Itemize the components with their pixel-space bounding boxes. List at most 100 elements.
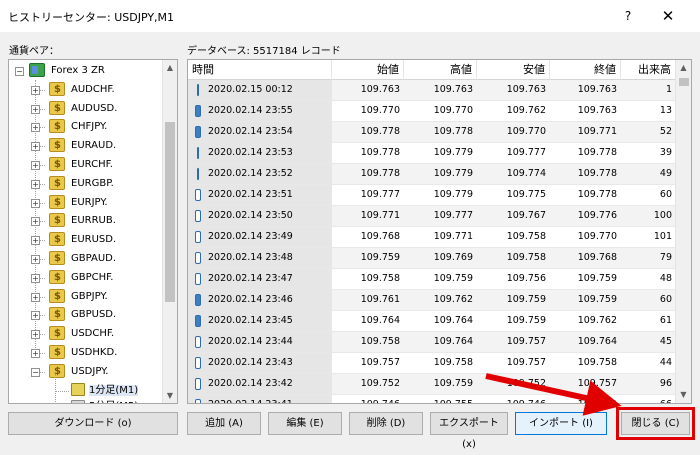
table-row[interactable]: 2020.02.14 23:48 109.759 109.769 109.758 109…: [188, 248, 676, 269]
table-row[interactable]: 2020.02.14 23:47 109.758 109.759 109.756 109…: [188, 269, 676, 290]
expand-symbol-icon[interactable]: +: [31, 85, 40, 95]
scroll-down-icon[interactable]: ▼: [676, 387, 691, 403]
table-row[interactable]: 2020.02.14 23:53 109.778 109.779 109.777 109…: [188, 143, 676, 164]
symbol-label: USDCHF.: [71, 328, 115, 340]
expand-symbol-icon[interactable]: +: [31, 123, 40, 133]
table-scrollbar[interactable]: ▲ ▼: [675, 60, 691, 403]
expand-symbol-icon[interactable]: +: [31, 273, 40, 283]
table-row[interactable]: 2020.02.14 23:45 109.764 109.764 109.759 109…: [188, 311, 676, 332]
cell-open: 109.759: [360, 252, 400, 263]
cell-volume: 101: [653, 231, 672, 242]
tree-symbol-item[interactable]: EURUSD.: [49, 231, 116, 249]
table-row[interactable]: 2020.02.14 23:46 109.761 109.762 109.759 109…: [188, 290, 676, 311]
delete-button[interactable]: 削除 (D): [349, 412, 423, 435]
table-row[interactable]: 2020.02.14 23:52 109.778 109.779 109.774 109…: [188, 164, 676, 185]
expand-symbol-icon[interactable]: +: [31, 236, 40, 246]
close-window-button[interactable]: ✕: [654, 2, 682, 30]
expand-symbol-icon[interactable]: +: [31, 311, 40, 321]
tree-symbol-item[interactable]: AUDUSD.: [49, 100, 117, 118]
column-header-open[interactable]: 始値: [332, 60, 404, 80]
export-button[interactable]: エクスポート (x): [430, 412, 508, 450]
table-row[interactable]: 2020.02.14 23:51 109.777 109.779 109.775 109…: [188, 185, 676, 206]
column-header-low[interactable]: 安値: [477, 60, 550, 80]
cell-high: 109.769: [433, 252, 473, 263]
tree-symbol-item[interactable]: EURJPY.: [49, 194, 108, 212]
download-button[interactable]: ダウンロード (o): [8, 412, 178, 435]
tree-symbol-item[interactable]: CHFJPY.: [49, 118, 107, 136]
cell-high: 109.764: [433, 336, 473, 347]
tree-server-node[interactable]: Forex 3 ZR: [29, 62, 105, 80]
tree-symbol-item[interactable]: USDHKD.: [49, 344, 117, 362]
expand-symbol-icon[interactable]: +: [31, 217, 40, 227]
cell-volume: 60: [659, 294, 672, 305]
table-row[interactable]: 2020.02.14 23:41109.746109.755109.746109…: [188, 395, 676, 403]
symbol-label: GBPCHF.: [71, 271, 114, 283]
column-header-volume[interactable]: 出来高: [621, 60, 676, 80]
expand-symbol-icon[interactable]: +: [31, 330, 40, 340]
expand-symbol-icon[interactable]: +: [31, 198, 40, 208]
cell-open: 109.777: [360, 189, 400, 200]
timeframe-icon: [71, 399, 85, 403]
tree-symbol-item[interactable]: EURCHF.: [49, 156, 113, 174]
table-row[interactable]: 2020.02.14 23:54 109.778 109.778 109.770 109…: [188, 122, 676, 143]
column-header-close[interactable]: 終値: [550, 60, 621, 80]
symbol-tree[interactable]: − Forex 3 ZR + AUDCHF. + AUDUSD. + CHFJPY. + EURA…: [8, 59, 178, 404]
expand-symbol-icon[interactable]: +: [31, 161, 40, 170]
import-button[interactable]: インポート (I): [515, 412, 607, 435]
table-row[interactable]: 2020.02.15 00:12 109.763 109.763 109.763 109…: [188, 80, 676, 101]
table-row[interactable]: 2020.02.14 23:44 109.758 109.764 109.757 109…: [188, 332, 676, 353]
expand-symbol-icon[interactable]: +: [31, 179, 40, 189]
expand-symbol-icon[interactable]: −: [31, 367, 40, 377]
table-row[interactable]: 2020.02.14 23:42 109.752 109.759 109.752 109…: [188, 374, 676, 395]
close-button[interactable]: 閉じる (C): [616, 407, 695, 440]
history-table[interactable]: 時間 始値 高値 安値 終値 出来高 2020.02.15 00:12 109.7…: [187, 59, 692, 404]
tree-symbol-item[interactable]: EURAUD.: [49, 137, 116, 155]
tree-symbol-item[interactable]: GBPCHF.: [49, 269, 113, 287]
currency-icon: [49, 344, 65, 362]
cell-volume: 52: [659, 126, 672, 137]
column-header-high[interactable]: 高値: [404, 60, 477, 80]
add-button[interactable]: 追加 (A): [187, 412, 261, 435]
column-header-time[interactable]: 時間: [188, 60, 332, 80]
timeframe-label: 1分足(M1): [89, 384, 139, 396]
tree-symbol-item[interactable]: GBPAUD.: [49, 250, 116, 268]
tree-symbol-item[interactable]: EURRUB.: [49, 212, 116, 230]
cell-volume: 66: [621, 395, 676, 403]
tree-symbol-item[interactable]: USDJPY.: [49, 363, 108, 381]
table-row[interactable]: 2020.02.14 23:50 109.771 109.777 109.767 109…: [188, 206, 676, 227]
table-row[interactable]: 2020.02.14 23:49 109.768 109.771 109.758 109…: [188, 227, 676, 248]
expand-symbol-icon[interactable]: +: [31, 142, 40, 152]
bar-icon: [195, 210, 201, 222]
expand-symbol-icon[interactable]: +: [31, 255, 40, 264]
cell-low: 109.759: [506, 315, 546, 326]
expand-symbol-icon[interactable]: +: [31, 292, 40, 302]
time-text: 2020.02.14 23:45: [208, 315, 293, 326]
cell-high: 109.779: [433, 168, 473, 179]
cell-volume: 44: [659, 357, 672, 368]
tree-symbol-item[interactable]: AUDCHF.: [49, 81, 115, 99]
currency-icon: [49, 306, 65, 324]
expand-symbol-icon[interactable]: +: [31, 104, 40, 114]
table-row[interactable]: 2020.02.14 23:43 109.757 109.758 109.757 109…: [188, 353, 676, 374]
tree-symbol-item[interactable]: GBPJPY.: [49, 288, 108, 306]
expand-symbol-icon[interactable]: +: [31, 349, 40, 358]
cell-close: 109.771: [577, 126, 617, 137]
scroll-down-icon[interactable]: ▼: [163, 388, 177, 403]
tree-symbol-item[interactable]: GBPUSD.: [49, 306, 116, 324]
tree-symbol-item[interactable]: EURGBP.: [49, 175, 114, 193]
scroll-up-icon[interactable]: ▲: [163, 60, 177, 75]
cell-volume: 100: [653, 210, 672, 221]
cell-low: 109.777: [506, 147, 546, 158]
tree-symbol-item[interactable]: USDCHF.: [49, 325, 114, 343]
table-row[interactable]: 2020.02.14 23:55 109.770 109.770 109.762 109…: [188, 101, 676, 122]
scroll-thumb[interactable]: [165, 122, 175, 302]
collapse-server-icon[interactable]: −: [15, 67, 24, 76]
edit-button[interactable]: 編集 (E): [268, 412, 342, 435]
tree-timeframe-item[interactable]: 5分足(M5): [71, 398, 138, 403]
scroll-up-icon[interactable]: ▲: [676, 60, 691, 76]
tree-scrollbar[interactable]: ▲ ▼: [162, 60, 177, 403]
scroll-thumb[interactable]: [679, 78, 689, 86]
help-button[interactable]: ?: [614, 2, 642, 30]
bar-icon: [195, 399, 201, 403]
tree-timeframe-item[interactable]: 1分足(M1): [71, 382, 139, 400]
